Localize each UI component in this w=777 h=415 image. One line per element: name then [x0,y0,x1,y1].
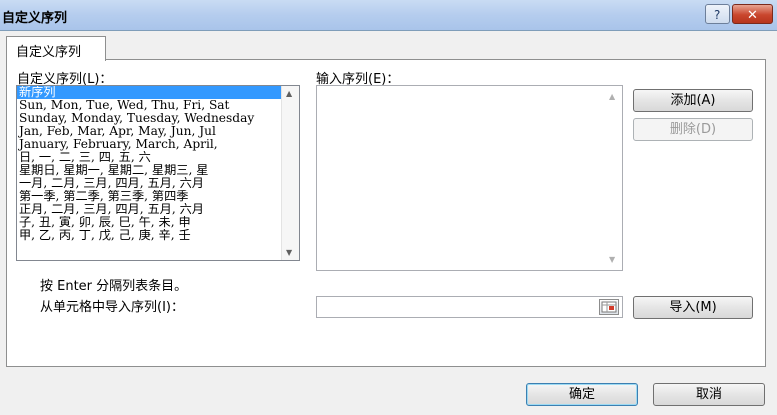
scroll-down-icon[interactable]: ▼ [286,248,292,257]
add-button[interactable]: 添加(A) [633,89,753,112]
list-item[interactable]: 星期日, 星期一, 星期二, 星期三, 星 [17,164,282,177]
cancel-button[interactable]: 取消 [653,383,765,406]
list-item[interactable]: Sun, Mon, Tue, Wed, Thu, Fri, Sat [17,99,282,112]
title-bar: 自定义序列 ? ✕ [0,0,777,31]
list-item[interactable]: 一月, 二月, 三月, 四月, 五月, 六月 [17,177,282,190]
close-icon: ✕ [747,8,758,23]
help-icon: ? [714,8,720,22]
close-button[interactable]: ✕ [732,4,773,24]
help-glyph: ? [714,8,720,22]
entries-scroll-down-icon[interactable]: ▼ [609,255,615,264]
list-scrollbar[interactable]: ▲ ▼ [281,86,299,260]
close-glyph: ✕ [747,8,758,23]
import-button[interactable]: 导入(M) [633,296,753,319]
window-title: 自定义序列 [2,11,68,26]
list-item[interactable]: 新序列 [17,86,282,99]
tab-custom-lists[interactable]: 自定义序列 [6,36,106,61]
range-select-icon [601,301,617,313]
ok-button[interactable]: 确定 [526,383,638,406]
list-item[interactable]: Sunday, Monday, Tuesday, Wednesday [17,112,282,125]
custom-lists-listbox[interactable]: 新序列 Sun, Mon, Tue, Wed, Thu, Fri, Sat Sund… [16,85,300,261]
help-button[interactable]: ? [705,4,730,24]
import-range-input[interactable] [316,296,623,318]
custom-lists-items: 新序列 Sun, Mon, Tue, Wed, Thu, Fri, Sat Sund… [17,86,282,242]
tab-panel: 自定义序列(L)： 新序列 Sun, Mon, Tue, Wed, Thu, Fr… [6,59,766,367]
tab-strip: 自定义序列 [6,36,766,61]
list-item[interactable]: 正月, 二月, 三月, 四月, 五月, 六月 [17,203,282,216]
collapse-dialog-button[interactable] [599,299,619,315]
scroll-up-icon[interactable]: ▲ [286,89,292,98]
list-item[interactable]: 第一季, 第二季, 第三季, 第四季 [17,190,282,203]
entries-scroll-up-icon[interactable]: ▲ [609,92,615,101]
import-label: 从单元格中导入序列(I)： [40,300,184,315]
list-item[interactable]: 子, 丑, 寅, 卯, 辰, 巳, 午, 未, 申 [17,216,282,229]
delete-button[interactable]: 删除(D) [633,118,753,141]
list-entries-textarea[interactable]: ▲ ▼ [316,85,623,271]
list-item[interactable]: January, February, March, April, [17,138,282,151]
entries-scrollbar[interactable]: ▲ ▼ [605,86,622,270]
list-item[interactable]: 日, 一, 二, 三, 四, 五, 六 [17,151,282,164]
enter-hint: 按 Enter 分隔列表条目。 [40,279,188,294]
list-item[interactable]: 甲, 乙, 丙, 丁, 戊, 己, 庚, 辛, 壬 [17,229,282,242]
list-item[interactable]: Jan, Feb, Mar, Apr, May, Jun, Jul [17,125,282,138]
